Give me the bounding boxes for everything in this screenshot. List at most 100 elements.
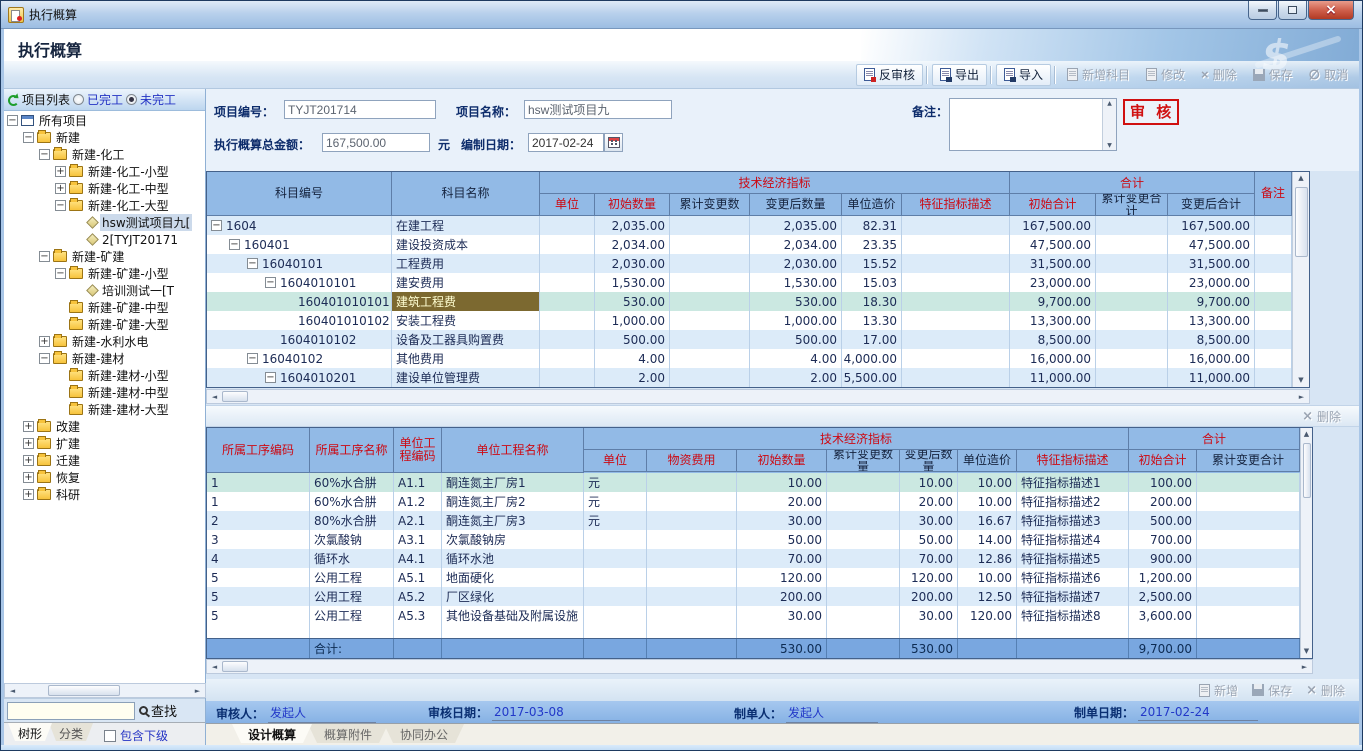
cell-feature[interactable]: 特征指标描述5 — [1017, 549, 1129, 568]
cell-qty_chg[interactable] — [827, 606, 900, 625]
cell-unit[interactable] — [540, 311, 595, 330]
tree-item[interactable]: −hsw测试项目九[ — [4, 214, 205, 231]
cell-feature[interactable]: 特征指标描述8 — [1017, 606, 1129, 625]
auditor-value[interactable]: 发起人 — [268, 704, 376, 723]
cell-unit_code[interactable]: A5.3 — [394, 606, 442, 625]
cell-price[interactable]: 5,500.00 — [842, 368, 902, 387]
cell-qty_chg[interactable] — [827, 511, 900, 530]
tree-item[interactable]: −培训测试一[T — [4, 282, 205, 299]
cell-total0[interactable]: 11,000.00 — [1010, 368, 1096, 387]
cell-feature[interactable] — [902, 349, 1010, 368]
cell-material[interactable] — [647, 511, 737, 530]
cell-unit[interactable] — [540, 273, 595, 292]
scroll-right-icon[interactable]: ► — [1294, 393, 1309, 401]
import-button[interactable]: 导入 — [996, 64, 1051, 86]
cell-total_chg[interactable] — [1096, 216, 1168, 235]
tree-item[interactable]: +迁建 — [4, 452, 205, 469]
cell-qty0[interactable]: 30.00 — [737, 511, 827, 530]
cell-proc[interactable]: 循环水 — [310, 549, 394, 568]
expander-icon[interactable]: + — [23, 421, 34, 432]
table-row[interactable]: 160401010101建筑工程费530.00530.0018.309,700.… — [207, 292, 1292, 311]
cell-total0[interactable]: 500.00 — [1129, 511, 1197, 530]
cell-qty0[interactable]: 1,000.00 — [595, 311, 670, 330]
cell-total_after[interactable]: 23,000.00 — [1168, 273, 1255, 292]
cell-price[interactable]: 82.31 — [842, 216, 902, 235]
creator-value[interactable]: 发起人 — [786, 704, 878, 723]
cell-feature[interactable] — [902, 368, 1010, 387]
cell-qty0[interactable]: 2,034.00 — [595, 235, 670, 254]
cell-feature[interactable]: 特征指标描述4 — [1017, 530, 1129, 549]
cell-qty_after[interactable]: 30.00 — [900, 511, 958, 530]
footer-save-button[interactable]: 保存 — [1246, 681, 1298, 700]
cell-code[interactable]: −1604010201 — [207, 368, 392, 387]
cell-qty_after[interactable]: 4.00 — [750, 349, 842, 368]
minimize-button[interactable] — [1248, 1, 1277, 20]
expander-icon[interactable]: − — [23, 132, 34, 143]
cell-unit[interactable] — [584, 530, 647, 549]
cell-name[interactable]: 建安费用 — [392, 273, 540, 292]
tree-item[interactable]: −新建-建材 — [4, 350, 205, 367]
table-row[interactable]: 1604010102设备及工器具购置费500.00500.0017.008,50… — [207, 330, 1292, 349]
export-button[interactable]: 导出 — [932, 64, 987, 86]
cell-total_chg[interactable] — [1096, 330, 1168, 349]
tree-item[interactable]: −新建-矿建 — [4, 248, 205, 265]
cell-unit_name[interactable]: 循环水池 — [442, 549, 584, 568]
cell-total_chg[interactable] — [1096, 254, 1168, 273]
cell-total_chg[interactable] — [1096, 292, 1168, 311]
tab-estimate-attachment[interactable]: 概算附件 — [308, 724, 388, 743]
tab-tree[interactable]: 树形 — [8, 723, 52, 741]
cell-total0[interactable]: 13,300.00 — [1010, 311, 1096, 330]
cell-qty_chg[interactable] — [827, 473, 900, 492]
cell-feature[interactable] — [902, 273, 1010, 292]
cell-price[interactable]: 12.86 — [958, 549, 1017, 568]
cell-unit_name[interactable]: 其他设备基础及附属设施（含 — [442, 606, 584, 625]
cell-name[interactable]: 工程费用 — [392, 254, 540, 273]
subject-horizontal-scrollbar[interactable]: ◄ ► — [206, 389, 1310, 404]
scroll-down-icon[interactable]: ▼ — [1298, 374, 1303, 387]
cell-code[interactable]: 160401010102 — [207, 311, 392, 330]
tree-item[interactable]: −新建-建材-中型 — [4, 384, 205, 401]
cell-total_chg[interactable] — [1096, 349, 1168, 368]
expander-icon[interactable]: − — [7, 115, 18, 126]
cell-unit_name[interactable]: 酮连氮主厂房1 — [442, 473, 584, 492]
remark-scrollbar[interactable]: ▲▼ — [1102, 99, 1116, 150]
cell-qty_chg[interactable] — [827, 492, 900, 511]
scroll-right-icon[interactable]: ► — [1297, 663, 1312, 671]
tree-item[interactable]: +新建-水利水电 — [4, 333, 205, 350]
cell-total0[interactable]: 167,500.00 — [1010, 216, 1096, 235]
cell-total0[interactable]: 16,000.00 — [1010, 349, 1096, 368]
expander-icon[interactable]: − — [39, 353, 50, 364]
cell-feature[interactable]: 特征指标描述2 — [1017, 492, 1129, 511]
cell-qty_after[interactable]: 30.00 — [900, 606, 958, 625]
scroll-down-icon[interactable]: ▼ — [1304, 645, 1309, 658]
cell-material[interactable] — [647, 568, 737, 587]
table-row[interactable]: 160401010102安装工程费1,000.001,000.0013.3013… — [207, 311, 1292, 330]
project-code-field[interactable] — [284, 100, 436, 119]
table-row[interactable]: −1604在建工程2,035.002,035.0082.31167,500.00… — [207, 216, 1292, 235]
tree-item[interactable]: −2[TYJT20171 — [4, 231, 205, 248]
cell-unit[interactable] — [584, 549, 647, 568]
table-row[interactable]: −1604010201建设单位管理费2.002.005,500.0011,000… — [207, 368, 1292, 387]
audit-date-value[interactable]: 2017-03-08 — [492, 705, 620, 721]
cell-remark[interactable] — [1255, 368, 1292, 387]
scroll-left-icon[interactable]: ◄ — [207, 663, 222, 671]
cell-total_chg[interactable] — [1197, 549, 1300, 568]
cell-feature[interactable]: 特征指标描述7 — [1017, 587, 1129, 606]
scroll-thumb[interactable] — [222, 661, 248, 672]
cell-unit[interactable] — [540, 368, 595, 387]
cell-qty_after[interactable]: 2,034.00 — [750, 235, 842, 254]
cell-total_chg[interactable] — [1096, 235, 1168, 254]
cell-unit[interactable]: 元 — [584, 473, 647, 492]
cell-qty0[interactable]: 120.00 — [737, 568, 827, 587]
cell-material[interactable] — [647, 530, 737, 549]
cell-total0[interactable]: 100.00 — [1129, 473, 1197, 492]
cell-unit_code[interactable]: A1.1 — [394, 473, 442, 492]
cell-total_chg[interactable] — [1197, 587, 1300, 606]
table-row[interactable]: 4循环水A4.1循环水池70.0070.0012.86特征指标描述5900.00 — [207, 549, 1300, 568]
cell-price[interactable]: 12.50 — [958, 587, 1017, 606]
cell-seq[interactable]: 5 — [207, 568, 310, 587]
tree-item[interactable]: −新建-建材-大型 — [4, 401, 205, 418]
cell-feature[interactable] — [902, 311, 1010, 330]
cell-name[interactable]: 在建工程 — [392, 216, 540, 235]
cell-remark[interactable] — [1255, 235, 1292, 254]
